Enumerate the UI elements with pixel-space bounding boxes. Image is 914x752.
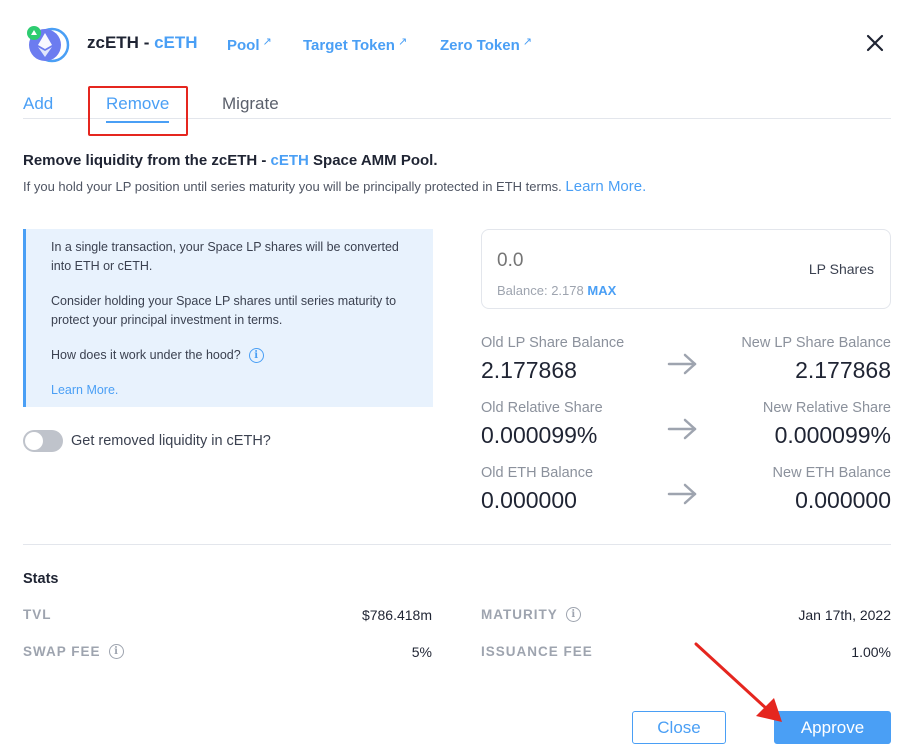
info-callout: In a single transaction, your Space LP s… (23, 229, 433, 407)
balance-row-relative-share: Old Relative Share 0.000099% New Relativ… (481, 400, 891, 460)
arrow-right-icon (667, 353, 697, 375)
maturity-label: MATURITY i (481, 607, 581, 622)
balance-row-lp-share: Old LP Share Balance 2.177868 New LP Sha… (481, 335, 891, 395)
lp-balance: Balance: 2.178 MAX (497, 283, 617, 298)
old-balance-label: Old LP Share Balance (481, 335, 625, 351)
max-button[interactable]: MAX (587, 283, 616, 298)
old-balance-label: Old ETH Balance (481, 465, 594, 481)
tvl-value: $786.418m (361, 607, 432, 623)
close-icon[interactable] (862, 30, 888, 56)
old-balance-label: Old Relative Share (481, 400, 603, 416)
pool-link[interactable]: Pool ↗ (227, 35, 272, 54)
balance-row-eth: Old ETH Balance 0.000000 New ETH Balance… (481, 465, 891, 525)
new-balance-label: New LP Share Balance (741, 335, 891, 351)
issuance-fee-label: ISSUANCE FEE (481, 644, 593, 659)
lp-shares-input[interactable] (497, 250, 777, 272)
external-link-icon: ↗ (522, 36, 532, 48)
divider (23, 544, 891, 545)
lp-shares-input-box: Balance: 2.178 MAX LP Shares (481, 229, 891, 309)
ethereum-logo-icon (27, 26, 70, 63)
maturity-value: Jan 17th, 2022 (798, 607, 891, 623)
zero-token-link[interactable]: Zero Token ↗ (440, 35, 532, 54)
info-icon[interactable]: i (108, 644, 124, 659)
info-hood-row: How does it work under the hood? i (51, 346, 413, 365)
info-text-2: Consider holding your Space LP shares un… (51, 294, 397, 327)
target-token-link[interactable]: Target Token ↗ (303, 35, 407, 54)
external-link-icon: ↗ (397, 36, 408, 48)
pool-title: zcETH - cETH (87, 33, 198, 52)
old-balance-value: 0.000000 (481, 487, 577, 513)
ceth-toggle-row: Get removed liquidity in cETH? (23, 430, 271, 452)
ceth-toggle[interactable] (23, 430, 63, 452)
intro-subtitle: If you hold your LP position until serie… (23, 178, 647, 195)
lp-shares-unit: LP Shares (808, 261, 874, 277)
approve-button[interactable]: Approve (774, 711, 891, 744)
new-balance-label: New Relative Share (762, 400, 891, 416)
external-link-icon: ↗ (262, 36, 272, 48)
close-button[interactable]: Close (632, 711, 726, 744)
tab-remove[interactable]: Remove (106, 94, 170, 123)
new-balance-value: 0.000099% (774, 422, 891, 448)
new-balance-value: 0.000000 (795, 487, 891, 513)
old-balance-value: 0.000099% (481, 422, 598, 448)
tab-bar: Add Remove Migrate (23, 88, 891, 123)
tab-add[interactable]: Add (23, 94, 53, 114)
new-balance-label: New ETH Balance (772, 465, 891, 481)
info-learn-more-link[interactable]: Learn More. (51, 381, 413, 400)
new-balance-value: 2.177868 (795, 357, 891, 383)
swap-fee-value: 5% (411, 644, 432, 660)
swap-fee-label: SWAP FEE i (23, 644, 124, 659)
info-icon[interactable]: i (248, 348, 264, 363)
old-balance-value: 2.177868 (481, 357, 577, 383)
issuance-fee-value: 1.00% (851, 644, 891, 660)
tvl-label: TVL (23, 607, 52, 622)
tab-migrate[interactable]: Migrate (222, 94, 279, 114)
ceth-toggle-label: Get removed liquidity in cETH? (71, 433, 271, 449)
arrow-right-icon (667, 418, 697, 440)
info-icon[interactable]: i (565, 607, 581, 622)
intro-heading: Remove liquidity from the zcETH - cETH S… (23, 152, 438, 169)
info-text-1: In a single transaction, your Space LP s… (51, 240, 399, 273)
learn-more-link[interactable]: Learn More. (565, 178, 646, 195)
stats-title: Stats (23, 571, 59, 587)
modal-header: zcETH - cETH Pool ↗ Target Token ↗ Zero To… (0, 0, 914, 88)
arrow-right-icon (667, 483, 697, 505)
